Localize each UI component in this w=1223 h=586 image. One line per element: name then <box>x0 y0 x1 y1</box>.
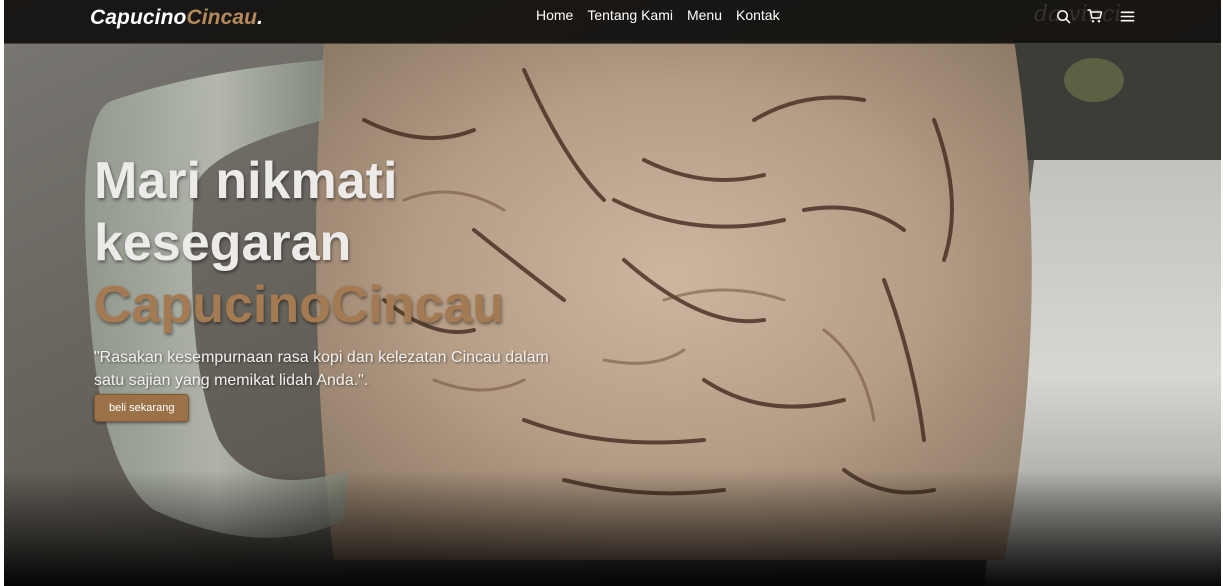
nav-link-menu[interactable]: Menu <box>687 7 722 23</box>
menu-icon[interactable] <box>1118 7 1136 25</box>
brand-logo[interactable]: CapucinoCincau. <box>90 6 263 30</box>
nav-link-about[interactable]: Tentang Kami <box>587 7 673 23</box>
nav-icons <box>1054 7 1136 25</box>
shopping-cart-icon[interactable] <box>1086 7 1104 25</box>
hero-description: "Rasakan kesempurnaan rasa kopi dan kele… <box>94 349 549 389</box>
brand-accent: Cincau <box>186 6 258 29</box>
nav-links: Home Tentang Kami Menu Kontak <box>536 7 780 23</box>
navbar: CapucinoCincau. Home Tentang Kami Menu K… <box>4 0 1221 44</box>
page: Mari nikmati kesegaran CapucinoCincau "R… <box>0 0 1223 586</box>
hero-section: Mari nikmati kesegaran CapucinoCincau "R… <box>4 0 1221 586</box>
nav-link-home[interactable]: Home <box>536 7 573 23</box>
hero-title-brand: CapucinoCincau <box>94 276 505 334</box>
brand-main: Capucino <box>90 6 187 29</box>
hero-content: Mari nikmati kesegaran CapucinoCincau "R… <box>94 150 614 422</box>
hero-title: Mari nikmati kesegaran CapucinoCincau <box>94 150 614 336</box>
hero-title-line-2: kesegaran <box>94 214 352 272</box>
nav-link-contact[interactable]: Kontak <box>736 7 780 23</box>
hero-title-line-1: Mari nikmati <box>94 152 398 210</box>
search-icon[interactable] <box>1054 7 1072 25</box>
buy-now-button[interactable]: beli sekarang <box>94 394 190 422</box>
brand-dot: . <box>257 6 264 29</box>
bottom-shadow <box>4 470 1221 586</box>
